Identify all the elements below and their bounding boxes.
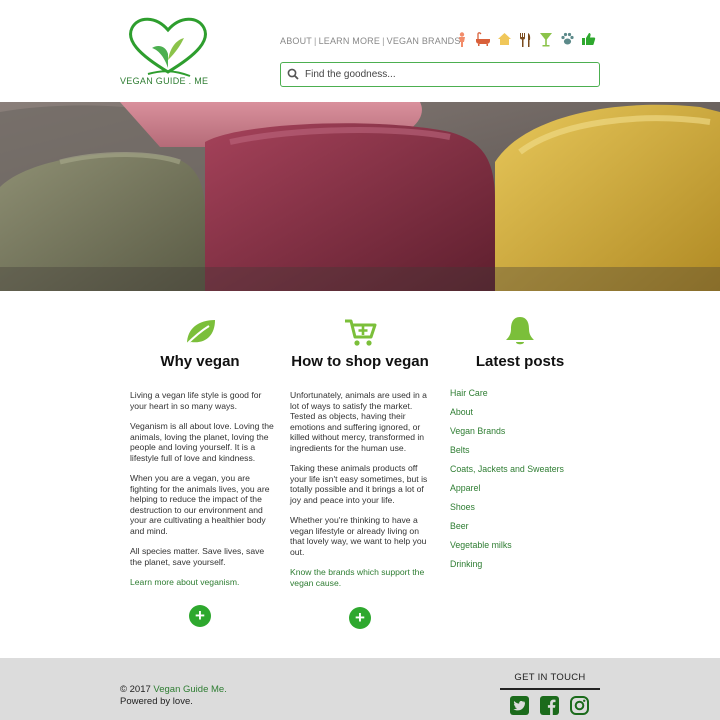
site-header: VEGAN GUIDE . ME ABOUT | LEARN MORE | VEGAN … [0, 0, 720, 102]
nav-separator: | [314, 36, 317, 46]
why-vegan-paragraph: Living a vegan life style is good for yo… [130, 390, 262, 411]
why-vegan-paragraph: Veganism is all about love. Loving the a… [130, 421, 274, 463]
search-icon [287, 68, 299, 80]
paw-icon[interactable] [559, 31, 575, 47]
hero-slider[interactable] [0, 102, 720, 291]
how-to-shop-text: Unfortunately, animals are used in a lot… [290, 390, 435, 588]
facebook-icon[interactable] [540, 696, 559, 715]
how-to-shop-title: How to shop vegan [291, 353, 429, 370]
latest-posts-list: Hair Care About Vegan Brands Belts Coats… [450, 388, 564, 578]
person-icon[interactable] [454, 31, 470, 47]
why-vegan-paragraph: All species matter. Save lives, save the… [130, 546, 265, 567]
divider [500, 688, 600, 690]
copyright: © 2017 Vegan Guide Me. Powered by love. [120, 684, 227, 707]
instagram-icon[interactable] [570, 696, 589, 715]
post-link[interactable]: Shoes [450, 502, 564, 521]
nav-separator: | [382, 36, 385, 46]
tagline: Powered by love. [120, 695, 193, 707]
why-vegan-paragraph: When you are a vegan, you are fighting f… [130, 473, 270, 536]
social-links [510, 696, 589, 715]
vegan-brands-link[interactable]: Know the brands which support the vegan … [290, 567, 435, 588]
search-input[interactable] [305, 65, 595, 84]
post-link[interactable]: Vegetable milks [450, 540, 564, 559]
post-link[interactable]: Vegan Brands [450, 426, 564, 445]
how-to-shop-plus-button[interactable]: + [349, 607, 371, 629]
cart-plus-icon [345, 319, 377, 346]
post-link[interactable]: Coats, Jackets and Sweaters [450, 464, 564, 483]
category-icons [454, 31, 596, 47]
post-link[interactable]: Hair Care [450, 388, 564, 407]
post-link[interactable]: About [450, 407, 564, 426]
nav-learn-more[interactable]: LEARN MORE [319, 36, 381, 46]
how-to-shop-paragraph: Taking these animals products off your l… [290, 463, 428, 505]
home-icon[interactable] [496, 31, 512, 47]
post-link[interactable]: Beer [450, 521, 564, 540]
nav-about[interactable]: ABOUT [280, 36, 312, 46]
hero-soap-image [0, 102, 720, 291]
how-to-shop-paragraph: Unfortunately, animals are used in a lot… [290, 390, 427, 453]
copyright-prefix: © 2017 [120, 684, 154, 695]
leaf-icon [186, 320, 215, 345]
why-vegan-text: Living a vegan life style is good for yo… [130, 390, 275, 588]
site-footer: © 2017 Vegan Guide Me. Powered by love. … [0, 658, 720, 720]
fork-knife-icon[interactable] [517, 31, 533, 47]
cocktail-icon[interactable] [538, 31, 554, 47]
nav-vegan-brands[interactable]: VEGAN BRANDS [387, 36, 461, 46]
learn-veganism-link[interactable]: Learn more about veganism. [130, 577, 275, 588]
thumbs-up-icon[interactable] [580, 31, 596, 47]
copyright-link[interactable]: Vegan Guide Me. [153, 684, 226, 695]
search-box [280, 62, 600, 87]
get-in-touch-heading: GET IN TOUCH [514, 672, 586, 683]
why-vegan-title: Why vegan [160, 353, 240, 370]
latest-posts-title: Latest posts [475, 353, 565, 370]
why-vegan-plus-button[interactable]: + [189, 605, 211, 627]
how-to-shop-paragraph: Whether you're thinking to have a vegan … [290, 515, 427, 557]
bell-icon [506, 317, 534, 345]
post-link[interactable]: Belts [450, 445, 564, 464]
top-nav: ABOUT | LEARN MORE | VEGAN BRANDS [280, 36, 461, 46]
twitter-icon[interactable] [510, 696, 529, 715]
bathtub-icon[interactable] [475, 31, 491, 47]
logo-wordmark[interactable]: VEGAN GUIDE . ME [120, 76, 208, 86]
post-link[interactable]: Apparel [450, 483, 564, 502]
post-link[interactable]: Drinking [450, 559, 564, 578]
